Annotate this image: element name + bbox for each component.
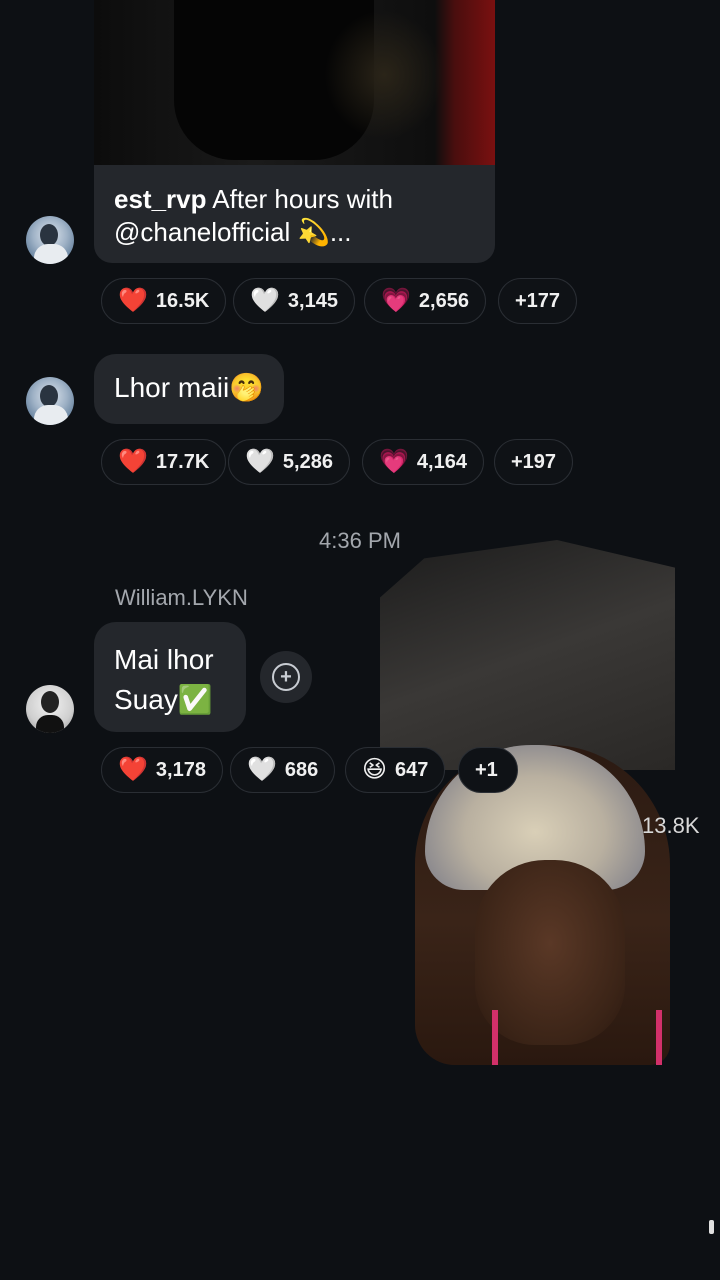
- red-heart-icon: ❤️: [118, 448, 148, 475]
- shared-post-image[interactable]: [94, 0, 495, 165]
- reaction-chip-laugh[interactable]: 😆 647: [345, 747, 446, 793]
- message-text-line1: Mai lhor: [114, 644, 214, 675]
- sender-name: William.LYKN: [115, 585, 248, 610]
- reaction-chip-heart[interactable]: ❤️ 17.7K: [101, 439, 227, 485]
- reaction-count: 16.5K: [155, 289, 210, 312]
- message-text-line2: Suay✅: [114, 684, 213, 715]
- reaction-count: 647: [395, 758, 429, 781]
- reaction-chip-white-heart[interactable]: 🤍 686: [230, 747, 336, 793]
- avatar[interactable]: [26, 216, 74, 264]
- shared-post-caption[interactable]: est_rvp After hours with @chanelofficial…: [94, 165, 495, 263]
- white-heart-icon: 🤍: [245, 448, 275, 475]
- video-strap: [492, 1010, 498, 1065]
- reaction-count: 17.7K: [155, 450, 210, 473]
- reaction-chip-more[interactable]: +1: [458, 747, 518, 793]
- reaction-chip-heart[interactable]: ❤️ 3,178: [101, 747, 223, 793]
- message-text: Lhor maii🤭: [114, 372, 265, 403]
- message-bubble[interactable]: Lhor maii🤭: [94, 354, 285, 424]
- reaction-chip-heart[interactable]: ❤️ 16.5K: [101, 278, 227, 324]
- reaction-count: 2,656: [418, 289, 469, 312]
- video-overlay[interactable]: [380, 540, 675, 1065]
- reaction-count: 686: [284, 758, 319, 781]
- pink-heart-icon: 💗: [381, 287, 411, 314]
- red-heart-icon: ❤️: [118, 756, 148, 783]
- scrollbar[interactable]: [709, 1220, 714, 1234]
- avatar-face: [40, 385, 58, 407]
- avatar-face: [41, 691, 59, 713]
- avatar-body: [34, 244, 68, 264]
- reaction-more-count: +177: [515, 289, 561, 312]
- reaction-chip-white-heart[interactable]: 🤍 5,286: [228, 439, 350, 485]
- reaction-chip-white-heart[interactable]: 🤍 3,145: [233, 278, 355, 324]
- video-strap: [656, 1010, 662, 1065]
- reaction-count: 3,178: [155, 758, 206, 781]
- add-reaction-button[interactable]: +: [260, 651, 312, 703]
- pink-heart-icon: 💗: [379, 448, 409, 475]
- overlay-count: 13.8K: [642, 813, 700, 838]
- reaction-count: 3,145: [287, 289, 338, 312]
- reaction-count: 4,164: [416, 450, 467, 473]
- avatar[interactable]: [26, 377, 74, 425]
- white-heart-icon: 🤍: [247, 756, 277, 783]
- image-light: [324, 10, 444, 140]
- reaction-more-count: +1: [475, 758, 498, 781]
- add-reaction-icon: +: [272, 663, 300, 691]
- reaction-chip-more[interactable]: +197: [494, 439, 574, 485]
- red-heart-icon: ❤️: [118, 287, 148, 314]
- avatar-body: [36, 715, 64, 733]
- video-background: [380, 540, 675, 770]
- reaction-chip-pink-heart[interactable]: 💗 2,656: [364, 278, 486, 324]
- avatar-face: [40, 224, 58, 246]
- message-bubble[interactable]: Mai lhor Suay✅: [94, 622, 246, 732]
- reaction-more-count: +197: [511, 450, 557, 473]
- reaction-chip-pink-heart[interactable]: 💗 4,164: [362, 439, 484, 485]
- avatar[interactable]: [26, 685, 74, 733]
- reaction-count: 5,286: [282, 450, 333, 473]
- white-heart-icon: 🤍: [250, 287, 280, 314]
- reaction-chip-more[interactable]: +177: [498, 278, 578, 324]
- avatar-body: [34, 405, 68, 425]
- laughing-face-icon: 😆: [362, 756, 388, 783]
- caption-username: est_rvp: [114, 184, 207, 214]
